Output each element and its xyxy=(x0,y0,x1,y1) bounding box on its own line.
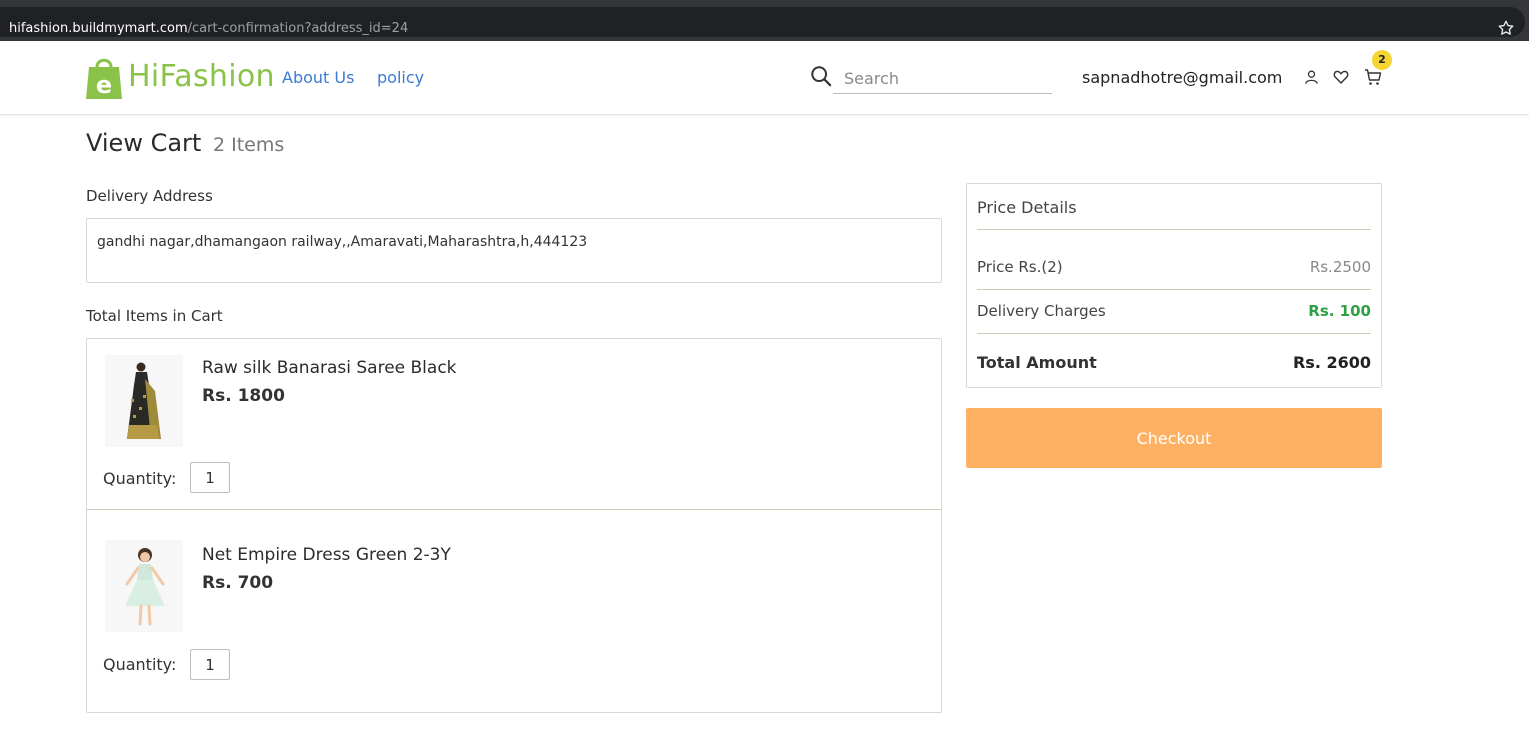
cart-item: Raw silk Banarasi Saree Black Rs. 1800 Q… xyxy=(87,339,941,510)
page-title-text: View Cart xyxy=(86,129,202,157)
cart-item: Net Empire Dress Green 2-3Y Rs. 700 Quan… xyxy=(87,510,941,712)
product-image[interactable] xyxy=(105,540,183,632)
browser-toolbar: hifashion.buildmymart.com/cart-confirmat… xyxy=(0,0,1529,41)
brand-logo[interactable]: e HiFashion xyxy=(86,53,275,103)
product-price: Rs. 700 xyxy=(202,573,274,593)
nav-policy[interactable]: policy xyxy=(377,68,424,87)
url-host: hifashion.buildmymart.com xyxy=(9,21,188,36)
delivery-address-box: gandhi nagar,dhamangaon railway,,Amarava… xyxy=(86,218,942,283)
total-amount-label: Total Amount xyxy=(977,353,1097,372)
delivery-address-label: Delivery Address xyxy=(86,187,213,205)
quantity-label: Quantity: xyxy=(103,469,177,488)
product-price: Rs. 1800 xyxy=(202,386,285,406)
quantity-input[interactable] xyxy=(190,649,230,680)
quantity-input[interactable] xyxy=(190,462,230,493)
product-image[interactable] xyxy=(105,355,183,447)
price-label: Price Rs.(2) xyxy=(977,258,1063,276)
cart-items-list: Raw silk Banarasi Saree Black Rs. 1800 Q… xyxy=(86,338,942,713)
divider xyxy=(977,229,1371,230)
delivery-charges-value: Rs. 100 xyxy=(1308,302,1371,320)
shopping-bag-logo-icon: e xyxy=(86,58,122,99)
user-email[interactable]: sapnadhotre@gmail.com xyxy=(1082,68,1282,87)
price-details-panel: Price Details Price Rs.(2) Rs.2500 Deliv… xyxy=(966,183,1382,388)
site-header: e HiFashion About Us policy sapnadhotre@… xyxy=(0,41,1529,115)
cart-item-count: 2 Items xyxy=(212,134,285,156)
delivery-charges-label: Delivery Charges xyxy=(977,302,1106,320)
svg-text:e: e xyxy=(96,71,112,99)
address-bar[interactable]: hifashion.buildmymart.com/cart-confirmat… xyxy=(0,7,1525,37)
quantity-label: Quantity: xyxy=(103,655,177,674)
product-name[interactable]: Raw silk Banarasi Saree Black xyxy=(202,358,457,378)
star-icon[interactable] xyxy=(1497,19,1515,37)
divider xyxy=(977,333,1371,334)
url-text[interactable]: hifashion.buildmymart.com/cart-confirmat… xyxy=(9,21,408,36)
search-icon[interactable] xyxy=(810,65,832,87)
checkout-button[interactable]: Checkout xyxy=(966,408,1382,468)
page-title: View Cart 2 Items xyxy=(86,129,284,157)
cart-items-label: Total Items in Cart xyxy=(86,307,223,325)
heart-icon[interactable] xyxy=(1333,69,1349,85)
divider xyxy=(977,289,1371,290)
cart-count-badge: 2 xyxy=(1372,50,1392,70)
product-name[interactable]: Net Empire Dress Green 2-3Y xyxy=(202,545,451,565)
url-path: /cart-confirmation?address_id=24 xyxy=(187,21,409,36)
user-icon[interactable] xyxy=(1304,69,1319,85)
price-value: Rs.2500 xyxy=(1309,258,1371,276)
cart-icon[interactable] xyxy=(1364,68,1382,86)
nav-about-us[interactable]: About Us xyxy=(282,68,354,87)
price-details-title: Price Details xyxy=(977,198,1077,217)
brand-name: HiFashion xyxy=(128,59,275,94)
search-input[interactable] xyxy=(833,63,1052,94)
total-amount-value: Rs. 2600 xyxy=(1292,353,1371,372)
